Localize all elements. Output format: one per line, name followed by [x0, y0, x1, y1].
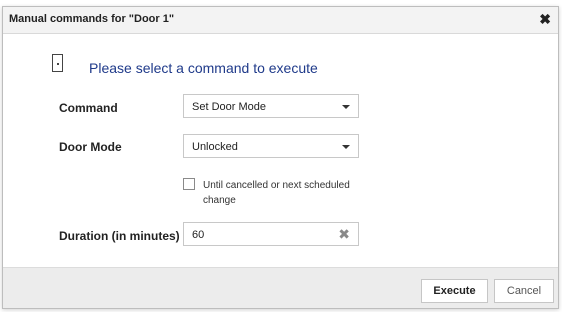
until-cancelled-checkbox[interactable]	[183, 178, 195, 190]
door-mode-select[interactable]: Unlocked	[183, 134, 359, 158]
dialog-titlebar: Manual commands for "Door 1" ✖	[3, 7, 558, 34]
dialog-footer: Execute Cancel	[3, 267, 558, 308]
execute-button[interactable]: Execute	[421, 279, 488, 303]
command-select-value: Set Door Mode	[192, 101, 266, 113]
cancel-button[interactable]: Cancel	[494, 279, 554, 303]
duration-label: Duration (in minutes)	[59, 229, 180, 243]
chevron-down-icon	[342, 145, 350, 149]
manual-commands-dialog: Manual commands for "Door 1" ✖ Please se…	[2, 6, 559, 309]
duration-input-value: 60	[192, 229, 205, 241]
command-select[interactable]: Set Door Mode	[183, 94, 359, 118]
close-icon[interactable]: ✖	[539, 12, 551, 26]
dialog-title: Manual commands for "Door 1"	[9, 13, 175, 25]
door-mode-label: Door Mode	[59, 140, 122, 154]
chevron-down-icon	[342, 105, 350, 109]
duration-input[interactable]: 60 ✖	[183, 222, 359, 246]
command-prompt: Please select a command to execute	[89, 60, 318, 76]
clear-icon[interactable]: ✖	[338, 226, 350, 243]
door-mode-select-value: Unlocked	[192, 141, 238, 153]
command-label: Command	[59, 101, 118, 115]
door-icon	[52, 54, 63, 72]
until-cancelled-label: Until cancelled or next scheduled change	[203, 180, 350, 206]
